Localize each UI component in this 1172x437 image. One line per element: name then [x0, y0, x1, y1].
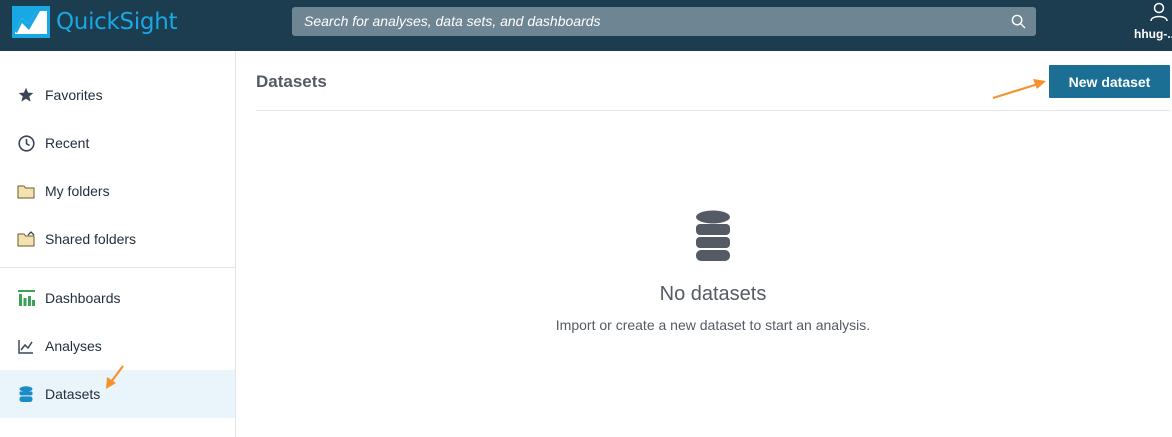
sidebar-item-label: My folders — [45, 183, 110, 199]
main-content: Datasets New dataset No datasets Import … — [256, 51, 1172, 437]
sidebar-item-label: Dashboards — [45, 290, 121, 306]
user-menu[interactable]: hhug-... — [1134, 2, 1172, 44]
sidebar-item-recent[interactable]: Recent — [0, 119, 235, 167]
line-chart-icon — [17, 337, 35, 355]
search-placeholder: Search for analyses, data sets, and dash… — [304, 13, 601, 29]
quicksight-logo-icon — [12, 6, 50, 38]
sidebar-item-analyses[interactable]: Analyses — [0, 322, 235, 370]
sidebar-item-dashboards[interactable]: Dashboards — [0, 274, 235, 322]
dashboard-icon — [17, 289, 35, 307]
sidebar-item-label: Datasets — [45, 386, 101, 402]
sidebar-item-label: Favorites — [45, 87, 103, 103]
empty-state-title: No datasets — [659, 283, 767, 305]
page-title: Datasets — [256, 72, 327, 91]
app-name: QuickSight — [56, 9, 178, 35]
star-icon — [17, 86, 35, 104]
app-logo[interactable]: QuickSight — [12, 6, 178, 38]
header-divider — [256, 110, 1170, 111]
user-name: hhug-... — [1134, 27, 1172, 41]
sidebar-item-my-folders[interactable]: My folders — [0, 167, 235, 215]
sidebar-item-label: Analyses — [45, 338, 102, 354]
user-icon — [1150, 2, 1168, 22]
shared-folder-icon — [17, 230, 35, 248]
sidebar-item-label: Shared folders — [45, 231, 137, 247]
search-bar[interactable]: Search for analyses, data sets, and dash… — [292, 7, 1036, 36]
clock-icon — [17, 134, 35, 152]
annotation-arrow-icon — [106, 365, 124, 389]
sidebar-item-label: Recent — [45, 135, 90, 151]
empty-state-subtitle: Import or create a new dataset to start … — [555, 317, 871, 333]
new-dataset-button[interactable]: New dataset — [1049, 65, 1170, 98]
folder-icon — [17, 182, 35, 200]
database-icon — [17, 385, 35, 403]
top-bar: QuickSight Search for analyses, data set… — [0, 0, 1172, 51]
annotation-arrow-icon — [992, 79, 1046, 100]
sidebar-item-shared-folders[interactable]: Shared folders — [0, 215, 235, 263]
sidebar-item-favorites[interactable]: Favorites — [0, 71, 235, 119]
sidebar-divider — [0, 267, 235, 268]
database-icon — [696, 210, 730, 261]
search-icon[interactable] — [1011, 14, 1026, 29]
